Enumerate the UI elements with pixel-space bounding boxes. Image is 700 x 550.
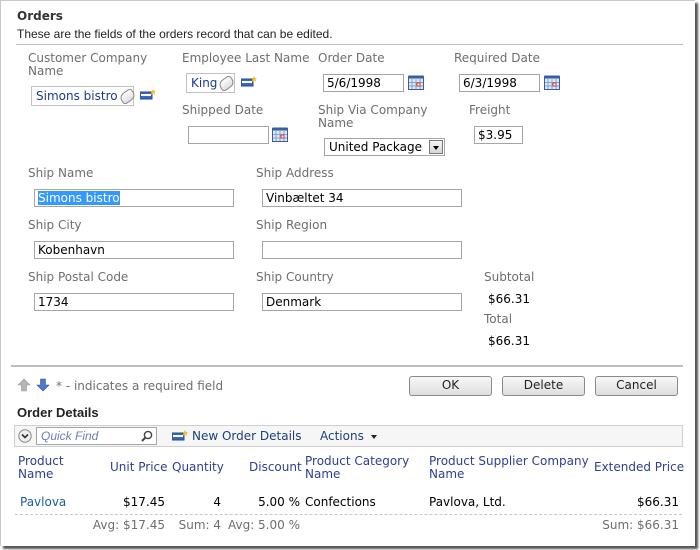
- ship-country-label: Ship Country: [256, 270, 334, 284]
- subtotal-value: $66.31: [488, 292, 530, 306]
- chevron-down-icon: [370, 434, 377, 439]
- ship-region-input[interactable]: [262, 241, 462, 259]
- clear-icon[interactable]: [217, 74, 237, 93]
- new-item-icon[interactable]: [140, 89, 156, 101]
- freight-label: Freight: [469, 103, 511, 117]
- ship-postal-code-label: Ship Postal Code: [28, 270, 129, 284]
- arrow-up-icon[interactable]: [17, 378, 31, 392]
- aggregate-discount: Avg: 5.00 %: [227, 518, 300, 532]
- form-description: These are the fields of the orders recor…: [17, 27, 333, 41]
- customer-company-name-lookup[interactable]: Simons bistro: [31, 86, 137, 106]
- ship-address-label: Ship Address: [256, 166, 334, 180]
- quick-find-input[interactable]: Quick Find: [36, 427, 157, 445]
- cell-quantity: 4: [213, 495, 221, 509]
- cell-discount: 5.00 %: [258, 495, 300, 509]
- shipped-date-input[interactable]: [188, 126, 269, 144]
- ship-address-input[interactable]: Vinbæltet 34: [262, 189, 462, 207]
- view-options-icon[interactable]: [18, 429, 32, 443]
- ship-region-label: Ship Region: [256, 218, 328, 232]
- column-header-product-name[interactable]: Product Name: [18, 455, 64, 481]
- form-container: Orders These are the fields of the order…: [0, 0, 695, 546]
- cancel-button[interactable]: Cancel: [595, 376, 678, 396]
- column-header-quantity[interactable]: Quantity: [172, 461, 224, 474]
- column-header-unit-price[interactable]: Unit Price: [110, 461, 168, 474]
- ship-postal-code-input[interactable]: 1734: [34, 293, 234, 311]
- order-details-title: Order Details: [17, 405, 99, 420]
- label-line: Name: [318, 116, 354, 130]
- column-header-discount[interactable]: Discount: [249, 461, 302, 474]
- chevron-down-icon[interactable]: [429, 140, 443, 154]
- required-date-label: Required Date: [454, 51, 540, 65]
- subtotal-label: Subtotal: [484, 270, 535, 284]
- cell-product-name[interactable]: Pavlova: [20, 495, 66, 509]
- new-item-icon[interactable]: [241, 76, 257, 88]
- ship-name-label: Ship Name: [28, 166, 94, 180]
- customer-company-name-label: Customer Company Name: [28, 52, 147, 78]
- column-header-extended-price[interactable]: Extended Price: [594, 461, 684, 474]
- cell-unit-price: $17.45: [123, 495, 165, 509]
- order-date-input[interactable]: 5/6/1998: [323, 74, 404, 92]
- lookup-value: Simons bistro: [36, 89, 118, 103]
- row-divider: [15, 514, 682, 515]
- calendar-icon[interactable]: [544, 75, 560, 90]
- order-date-label: Order Date: [318, 51, 385, 65]
- column-header-product-supplier-company-name[interactable]: Product Supplier Company Name: [429, 455, 589, 481]
- ship-name-input[interactable]: Simons bistro: [34, 189, 234, 207]
- aggregate-unit-price: Avg: $17.45: [92, 518, 165, 532]
- form-title: Orders: [17, 9, 63, 23]
- header-line: Name: [305, 467, 341, 481]
- total-value: $66.31: [488, 334, 530, 348]
- new-item-icon: [172, 430, 188, 441]
- aggregate-extended-price: Sum: $66.31: [602, 518, 679, 532]
- shipped-date-label: Shipped Date: [182, 103, 264, 117]
- employee-last-name-lookup[interactable]: King: [186, 73, 237, 93]
- header-line: Name: [429, 467, 465, 481]
- required-field-note: * - indicates a required field: [56, 379, 224, 393]
- form-footer-divider: [11, 365, 683, 367]
- search-icon[interactable]: [141, 430, 153, 442]
- ship-city-label: Ship City: [28, 218, 82, 232]
- delete-button[interactable]: Delete: [502, 376, 585, 396]
- lookup-value: King: [191, 76, 218, 90]
- column-header-product-category-name[interactable]: Product Category Name: [305, 455, 409, 481]
- required-date-input[interactable]: 6/3/1998: [459, 74, 540, 92]
- actions-menu-button[interactable]: Actions: [320, 429, 377, 443]
- header-line: Name: [18, 467, 54, 481]
- cell-product-category: Confections: [305, 495, 376, 509]
- cell-extended-price: $66.31: [637, 495, 679, 509]
- ship-country-input[interactable]: Denmark: [262, 293, 462, 311]
- cell-supplier: Pavlova, Ltd.: [429, 495, 506, 509]
- label-line: Name: [28, 64, 64, 78]
- ship-via-company-name-label: Ship Via Company Name: [318, 104, 428, 130]
- ship-via-company-select[interactable]: United Package: [324, 138, 445, 156]
- calendar-icon[interactable]: [272, 127, 288, 142]
- order-details-toolbar: Quick Find New Order Details Actions: [14, 425, 683, 447]
- description-divider: [16, 44, 683, 45]
- select-value: United Package: [329, 140, 422, 154]
- aggregate-quantity: Sum: 4: [178, 518, 221, 532]
- selected-text: Simons bistro: [38, 191, 120, 205]
- clear-icon[interactable]: [117, 87, 137, 106]
- new-order-details-button[interactable]: New Order Details: [192, 429, 302, 443]
- ship-city-input[interactable]: Kobenhavn: [34, 241, 234, 259]
- quick-find-placeholder: Quick Find: [41, 429, 99, 443]
- calendar-icon[interactable]: [408, 75, 424, 90]
- arrow-down-icon[interactable]: [36, 378, 50, 392]
- actions-label: Actions: [320, 429, 364, 443]
- ok-button[interactable]: OK: [409, 376, 492, 396]
- total-label: Total: [484, 312, 513, 326]
- freight-input[interactable]: $3.95: [474, 126, 523, 144]
- employee-last-name-label: Employee Last Name: [182, 51, 310, 65]
